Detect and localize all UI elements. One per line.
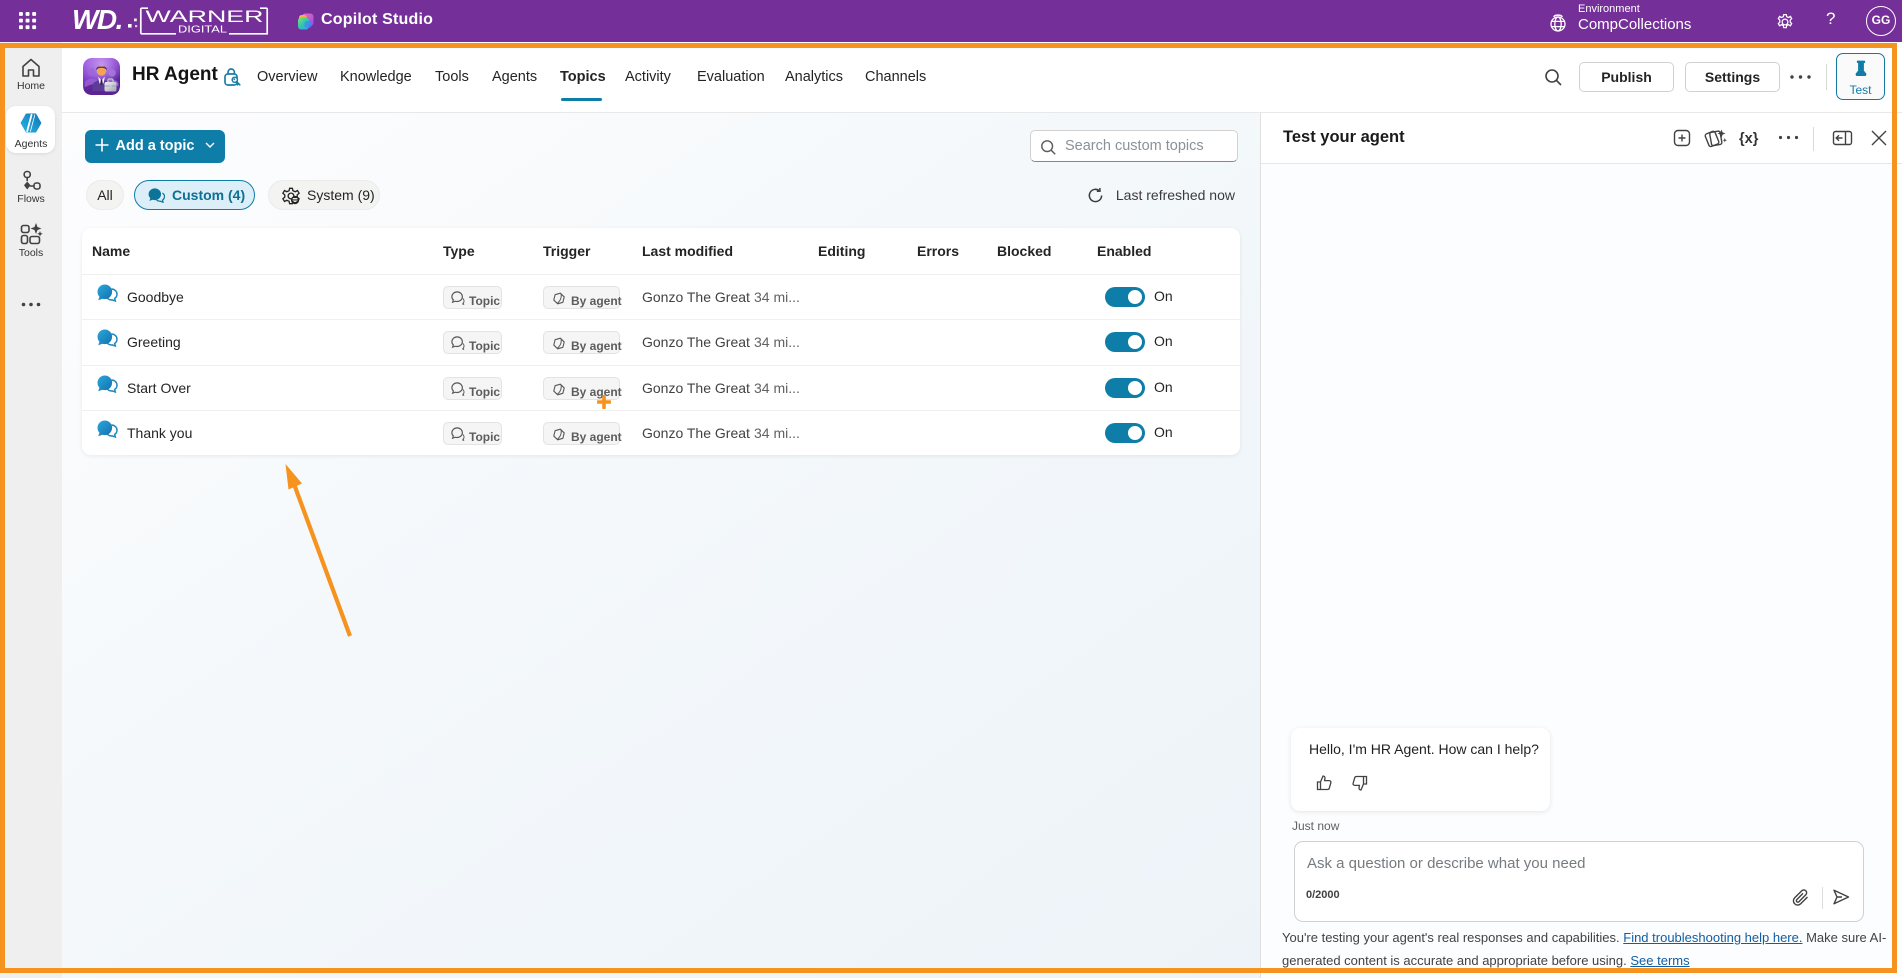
svg-text:DIGITAL: DIGITAL	[178, 25, 228, 36]
svg-text:WARNER: WARNER	[146, 8, 264, 26]
svg-text:WD.: WD.	[72, 7, 122, 35]
